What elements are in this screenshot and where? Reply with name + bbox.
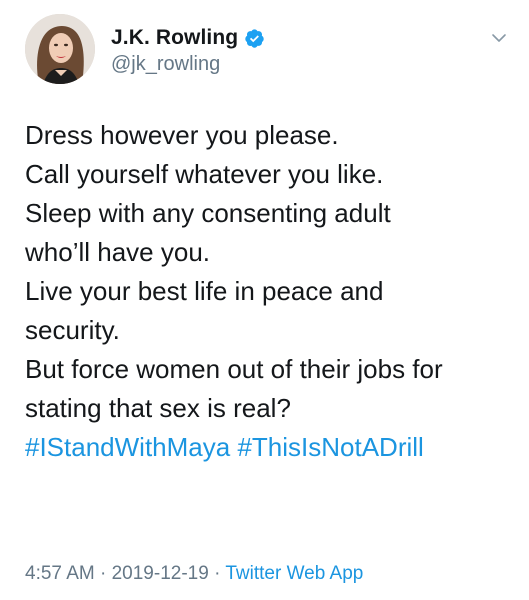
tweet-meta: 4:57 AM · 2019-12-19 · Twitter Web App: [25, 563, 363, 585]
display-name-row: J.K. Rowling: [111, 25, 265, 51]
hashtag-link[interactable]: #ThisIsNotADrill: [237, 432, 423, 462]
tweet-date[interactable]: 2019-12-19: [112, 563, 209, 584]
tweet-source-link[interactable]: Twitter Web App: [225, 563, 363, 584]
tweet-text-line: who’ll have you.: [25, 237, 210, 267]
meta-separator: ·: [208, 563, 226, 584]
hashtag-row: #IStandWithMaya #ThisIsNotADrill: [25, 428, 510, 467]
tweet-text-line: But force women out of their jobs for: [25, 354, 443, 384]
tweet-text: Dress however you please. Call yourself …: [25, 116, 510, 467]
tweet-text-line: security.: [25, 315, 120, 345]
tweet-text-line: stating that sex is real?: [25, 393, 291, 423]
avatar[interactable]: [25, 14, 95, 84]
chevron-down-icon[interactable]: [487, 26, 511, 50]
display-name[interactable]: J.K. Rowling: [111, 26, 238, 50]
tweet-card: J.K. Rowling @jk_rowling Dress however y…: [0, 0, 529, 600]
meta-separator: ·: [94, 563, 112, 584]
user-names: J.K. Rowling @jk_rowling: [111, 25, 265, 76]
tweet-text-line: Call yourself whatever you like.: [25, 159, 384, 189]
tweet-text-line: Sleep with any consenting adult: [25, 198, 391, 228]
hashtag-link[interactable]: #IStandWithMaya: [25, 432, 230, 462]
tweet-text-line: Dress however you please.: [25, 120, 339, 150]
tweet-timestamp[interactable]: 4:57 AM: [25, 563, 95, 584]
avatar-image: [25, 14, 95, 84]
user-handle[interactable]: @jk_rowling: [111, 53, 265, 76]
tweet-text-line: Live your best life in peace and: [25, 276, 384, 306]
tweet-header: J.K. Rowling @jk_rowling: [25, 14, 506, 86]
verified-badge-icon: [244, 28, 265, 49]
